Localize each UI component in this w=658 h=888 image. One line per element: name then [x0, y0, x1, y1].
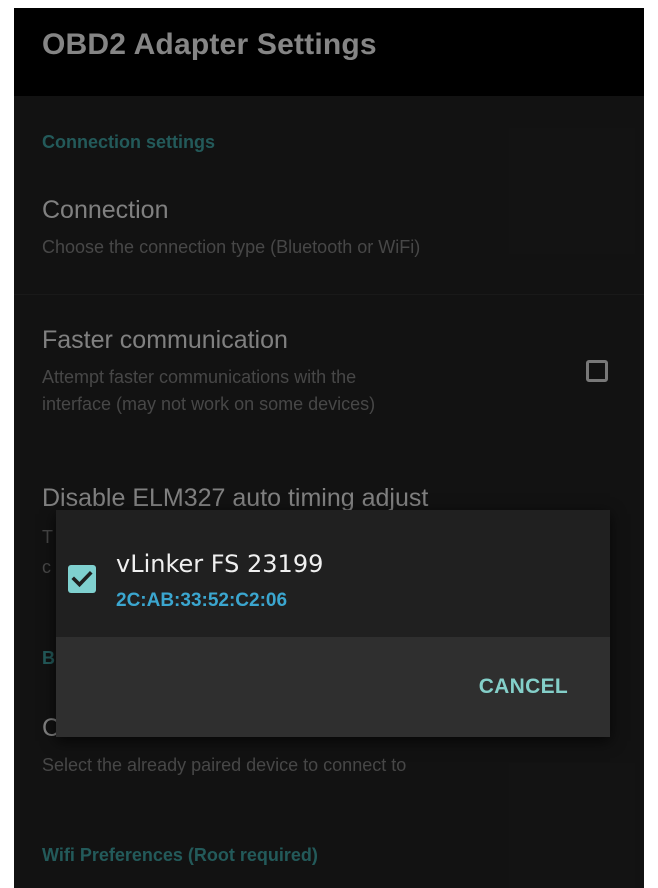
device-picker-dialog: vLinker FS 23199 2C:AB:33:52:C2:06 CANCE…	[56, 510, 610, 737]
checkmark-icon	[71, 570, 93, 588]
dialog-scrim[interactable]	[14, 8, 644, 888]
cancel-button[interactable]: CANCEL	[479, 675, 568, 699]
dialog-footer: CANCEL	[56, 637, 610, 737]
device-checkbox[interactable]	[68, 565, 96, 593]
settings-screen: OBD2 Adapter Settings Connection setting…	[14, 8, 644, 888]
device-name: vLinker FS 23199	[116, 550, 324, 578]
device-address: 2C:AB:33:52:C2:06	[116, 590, 288, 611]
device-list-item[interactable]: vLinker FS 23199 2C:AB:33:52:C2:06	[56, 510, 610, 637]
